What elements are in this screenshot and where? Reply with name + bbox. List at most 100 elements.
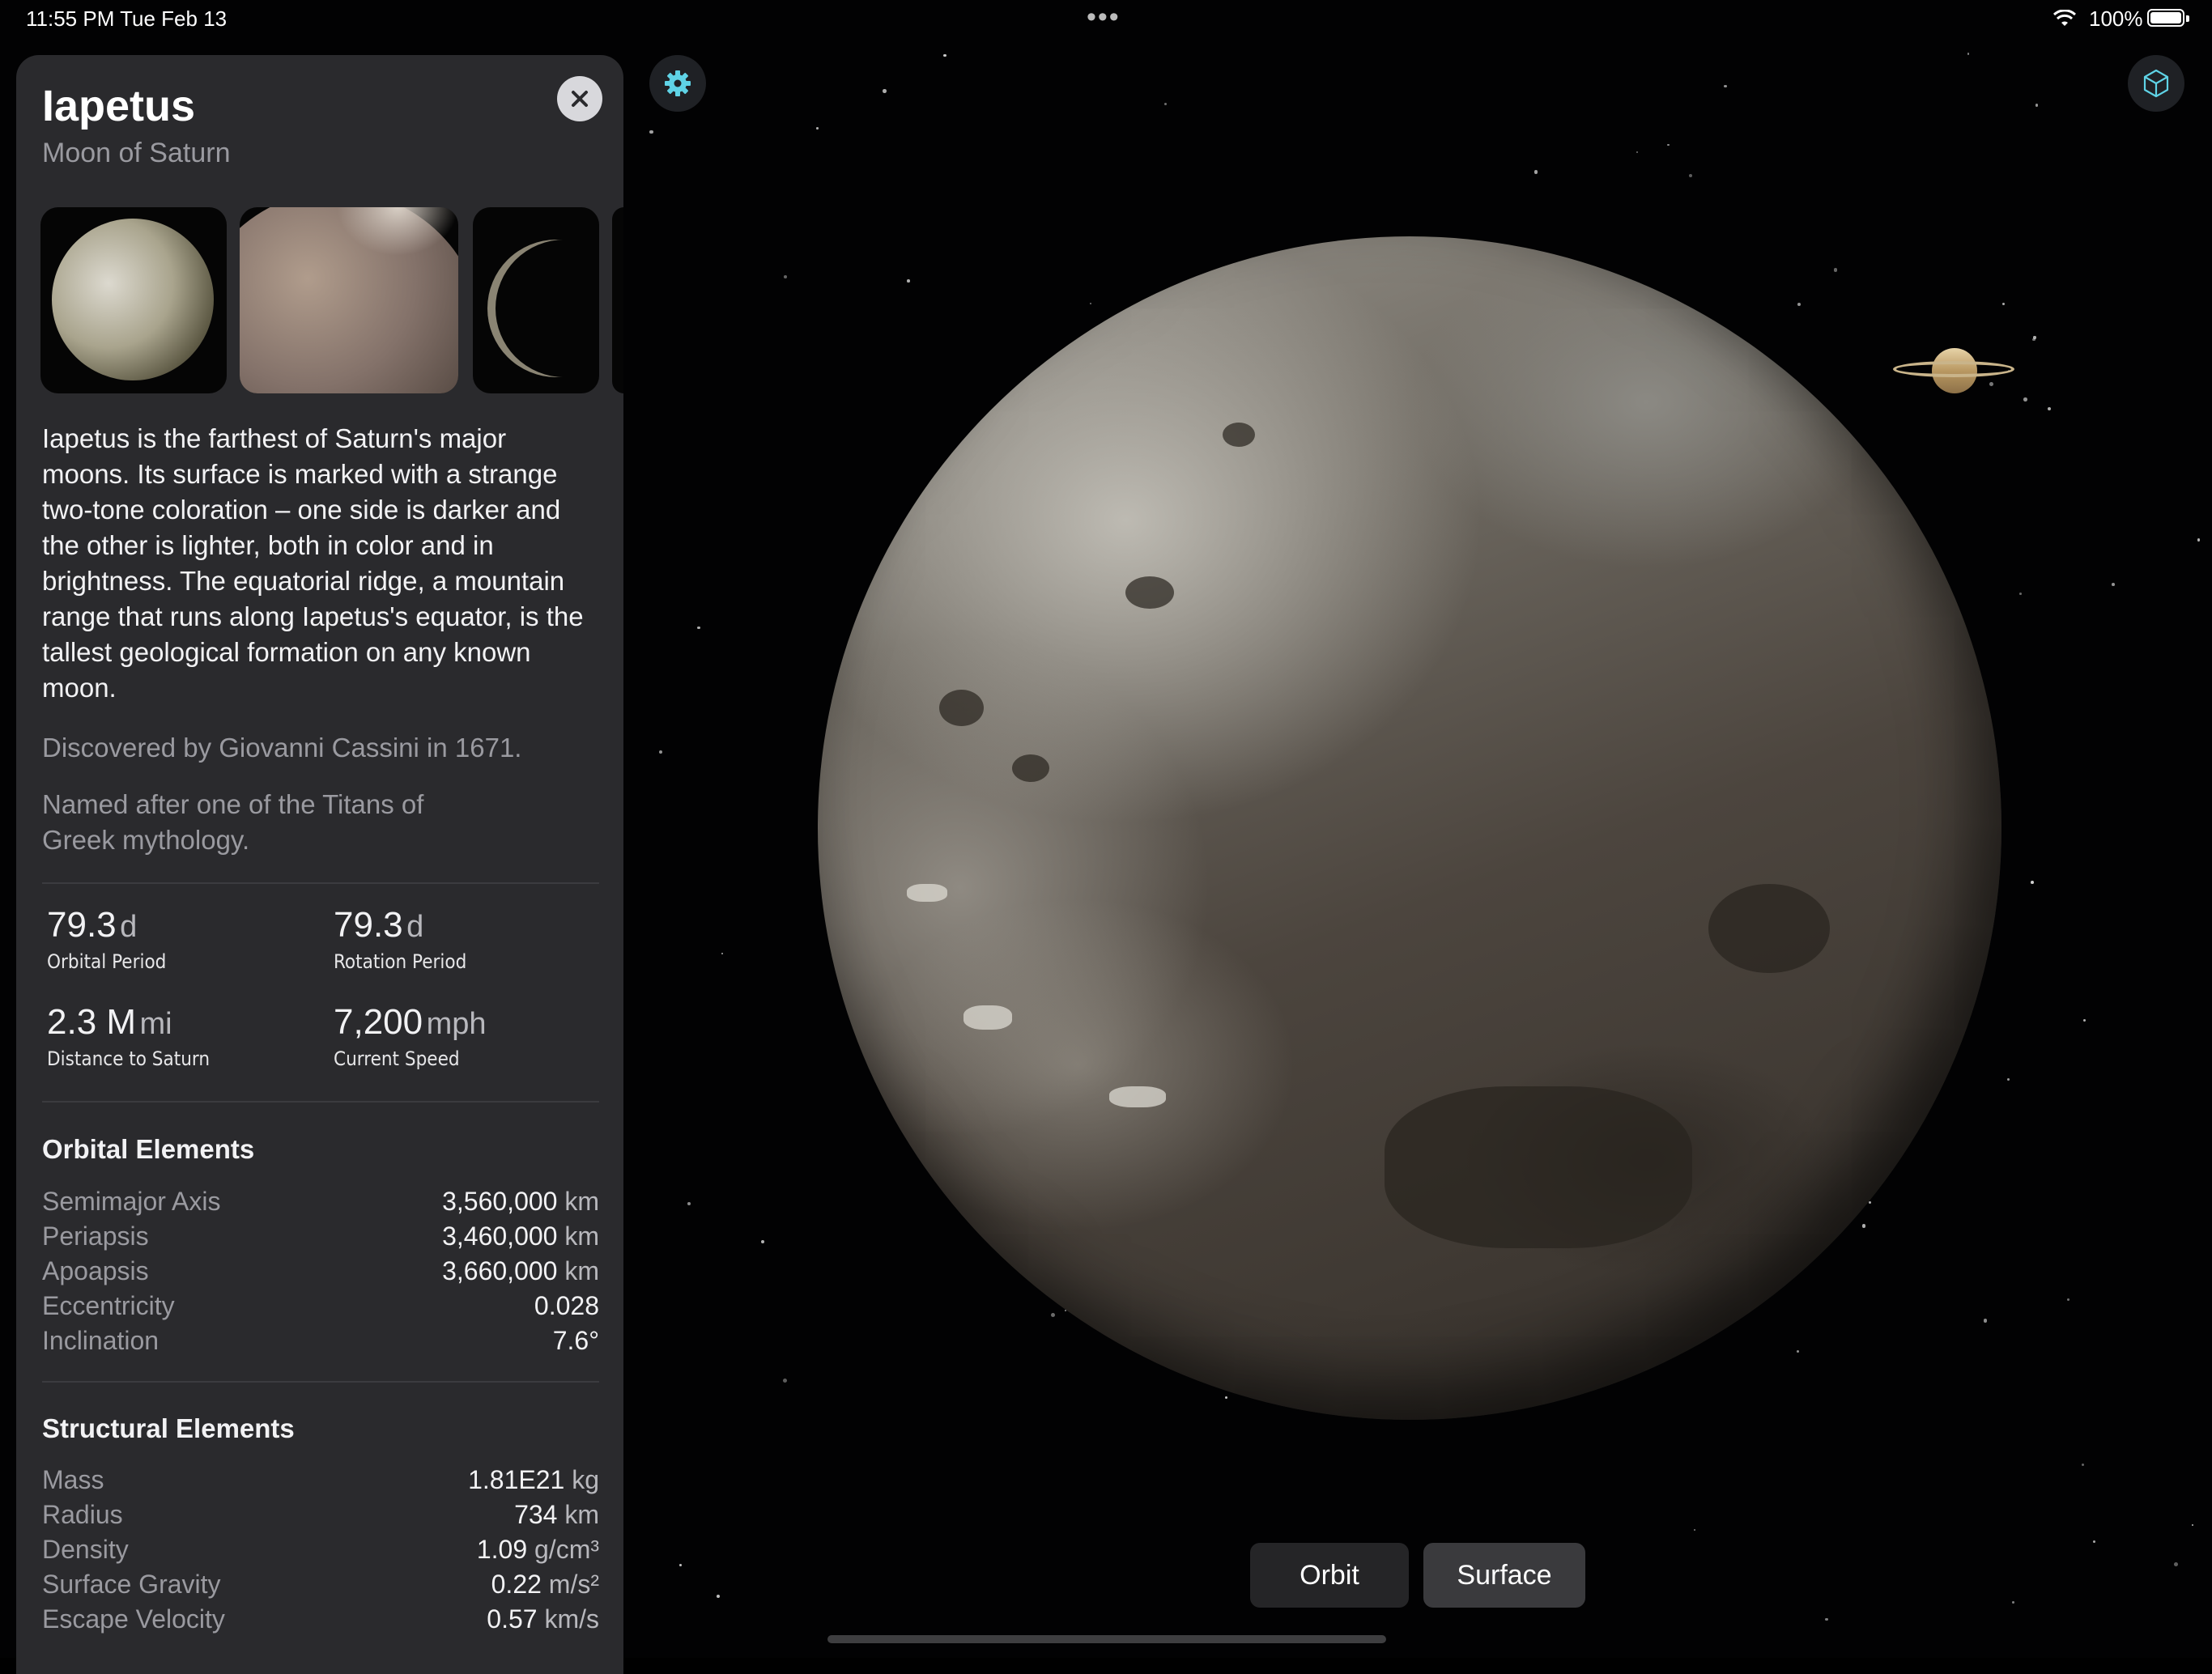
structural-row: Escape Velocity 0.57 km/s [42, 1604, 599, 1634]
star [1833, 268, 1838, 273]
star [1797, 302, 1802, 306]
star [1825, 1618, 1828, 1621]
divider [42, 1101, 599, 1103]
crater [1012, 754, 1049, 782]
cube-icon [2143, 69, 2169, 98]
panel-subtitle: Moon of Saturn [42, 138, 231, 168]
saturn[interactable] [1893, 340, 2014, 397]
ice-patch [963, 1005, 1012, 1030]
star [883, 89, 887, 94]
star [659, 750, 662, 754]
orbit-button[interactable]: Orbit [1250, 1543, 1409, 1608]
star [717, 1594, 721, 1599]
star [783, 1378, 788, 1383]
crater [1125, 576, 1174, 609]
star [1224, 1396, 1227, 1400]
star [1724, 85, 1727, 88]
star [1534, 170, 1538, 174]
gear-icon [665, 70, 691, 96]
star [943, 53, 946, 57]
star [687, 1201, 691, 1205]
star [1163, 103, 1167, 105]
star [815, 127, 819, 130]
crater [1223, 423, 1255, 447]
description-text: Iapetus is the farthest of Saturn's majo… [42, 423, 584, 703]
star [2035, 104, 2038, 107]
divider [42, 882, 599, 884]
structural-row: Density 1.09 g/cm³ [42, 1535, 599, 1564]
star [1861, 1224, 1866, 1228]
panel-title: Iapetus [42, 82, 196, 130]
discovery-text: Discovered by Giovanni Cassini in 1671. [42, 733, 522, 763]
star [649, 130, 653, 134]
orbital-row: Eccentricity 0.028 [42, 1291, 599, 1320]
iapetus-globe[interactable] [818, 236, 2001, 1420]
home-indicator[interactable] [827, 1635, 1386, 1643]
star [679, 1564, 683, 1567]
star [2002, 302, 2006, 306]
star [2174, 1562, 2179, 1567]
saturn-ring [1893, 361, 2014, 377]
star [2006, 1077, 2010, 1081]
star [2197, 538, 2201, 542]
star [1636, 151, 1639, 153]
gallery-image-2[interactable] [240, 207, 458, 393]
gallery-image-3[interactable] [473, 207, 599, 393]
structural-row: Mass 1.81E21 kg [42, 1465, 599, 1494]
star [2082, 1018, 2087, 1022]
star [721, 952, 724, 955]
star [760, 1239, 764, 1244]
stat-rotation-period: 79.3 d Rotation Period [334, 905, 467, 973]
stat-orbital-period: 79.3 d Orbital Period [47, 905, 167, 973]
surface-button[interactable]: Surface [1423, 1543, 1585, 1608]
ice-patch [1109, 1086, 1166, 1107]
orbital-row: Inclination 7.6° [42, 1326, 599, 1355]
star [1089, 302, 1092, 305]
star [2081, 1464, 2084, 1467]
star [1693, 1528, 1696, 1532]
star [697, 626, 700, 630]
orbital-elements-title: Orbital Elements [42, 1134, 255, 1164]
close-icon [572, 91, 588, 107]
multitasking-dots[interactable]: ••• [1087, 2, 1121, 33]
info-panel: Iapetus Moon of Saturn Iapetus is the fa… [16, 55, 623, 1674]
star [2092, 1540, 2095, 1544]
star [1983, 1319, 1988, 1323]
divider [42, 1381, 599, 1383]
star [1667, 143, 1670, 147]
stat-current-speed: 7,200 mph Current Speed [334, 1002, 487, 1070]
star [1967, 53, 1969, 55]
battery-icon [2147, 9, 2189, 27]
crater [939, 690, 984, 726]
status-bar: 11:55 PM Tue Feb 13 ••• 100% [0, 0, 2212, 39]
gallery-image-4[interactable] [612, 207, 623, 393]
gallery-image-1[interactable] [40, 207, 227, 393]
star [2112, 583, 2116, 587]
star [2047, 406, 2052, 411]
star [1797, 1349, 1800, 1353]
star [2067, 1298, 2070, 1302]
ice-patch [907, 884, 947, 902]
view-mode-button[interactable] [2128, 55, 2184, 112]
orbital-row: Apoapsis 3,660,000 km [42, 1256, 599, 1285]
crater [1708, 884, 1830, 973]
orbital-row: Periapsis 3,460,000 km [42, 1222, 599, 1251]
wifi-icon [2053, 10, 2076, 26]
crater [1385, 1086, 1692, 1248]
structural-elements-title: Structural Elements [42, 1413, 295, 1443]
star [2018, 593, 2022, 595]
star [907, 279, 910, 283]
structural-row: Surface Gravity 0.22 m/s² [42, 1570, 599, 1599]
star [783, 275, 787, 278]
close-button[interactable] [557, 76, 602, 121]
stat-distance: 2.3 M mi Distance to Saturn [47, 1002, 211, 1070]
star [2031, 881, 2034, 885]
star [2011, 1600, 2014, 1604]
naming-text: Named after one of the Titans of Greek m… [42, 789, 424, 855]
star [1869, 1201, 1872, 1205]
star [1688, 173, 1692, 177]
settings-button[interactable] [649, 55, 706, 112]
star [2191, 1523, 2193, 1526]
star [2032, 338, 2035, 342]
orbital-row: Semimajor Axis 3,560,000 km [42, 1187, 599, 1216]
